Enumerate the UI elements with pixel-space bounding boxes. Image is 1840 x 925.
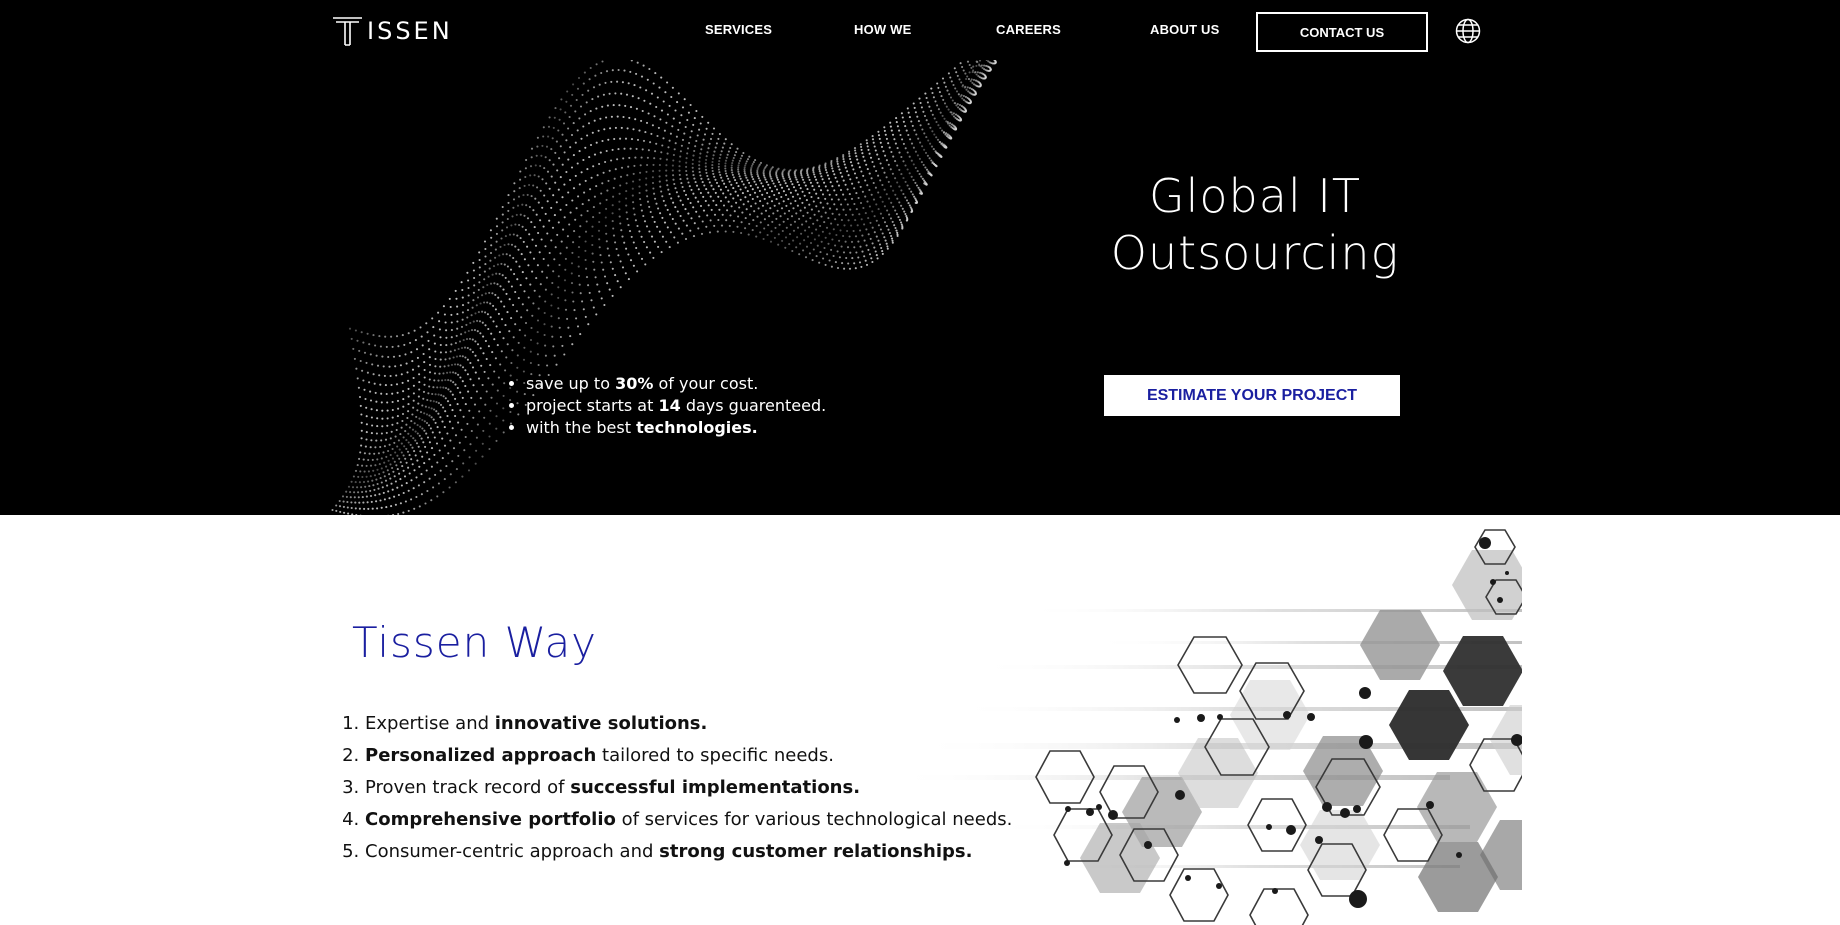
hero-section: ISSEN SERVICES HOW WE CAREERS ABOUT US C… [0, 0, 1840, 515]
way-item: Comprehensive portfolio of services for … [365, 804, 1012, 836]
globe-icon[interactable] [1455, 18, 1481, 44]
way-item: Proven track record of successful implem… [365, 772, 1012, 804]
logo-text: ISSEN [367, 17, 453, 45]
benefit-item: with the best technologies. [526, 417, 826, 439]
benefit-item: project starts at 14 days guarenteed. [526, 395, 826, 417]
logo-t-mark-icon [333, 17, 362, 46]
benefit-item: save up to 30% of your cost. [526, 373, 826, 395]
hero-title: Global IT Outsourcing [1040, 168, 1470, 282]
benefits-list: save up to 30% of your cost. project sta… [503, 373, 826, 439]
nav-services[interactable]: SERVICES [705, 22, 772, 37]
estimate-project-button[interactable]: ESTIMATE YOUR PROJECT [1104, 375, 1400, 416]
hero-title-line2: Outsourcing [1110, 226, 1400, 280]
nav-about-us[interactable]: ABOUT US [1150, 22, 1220, 37]
way-item: Consumer-centric approach and strong cus… [365, 836, 1012, 868]
tissen-way-list: Expertise and innovative solutions. Pers… [347, 708, 1012, 868]
nav-careers[interactable]: CAREERS [996, 22, 1061, 37]
way-item: Expertise and innovative solutions. [365, 708, 1012, 740]
contact-us-button[interactable]: CONTACT US [1256, 12, 1428, 52]
hero-title-line1: Global IT [1148, 169, 1362, 223]
nav-how-we[interactable]: HOW WE [854, 22, 912, 37]
logo[interactable]: ISSEN [332, 14, 453, 48]
dot-wave-graphic [331, 60, 997, 515]
tissen-way-title: Tissen Way [352, 618, 598, 667]
way-item: Personalized approach tailored to specif… [365, 740, 1012, 772]
